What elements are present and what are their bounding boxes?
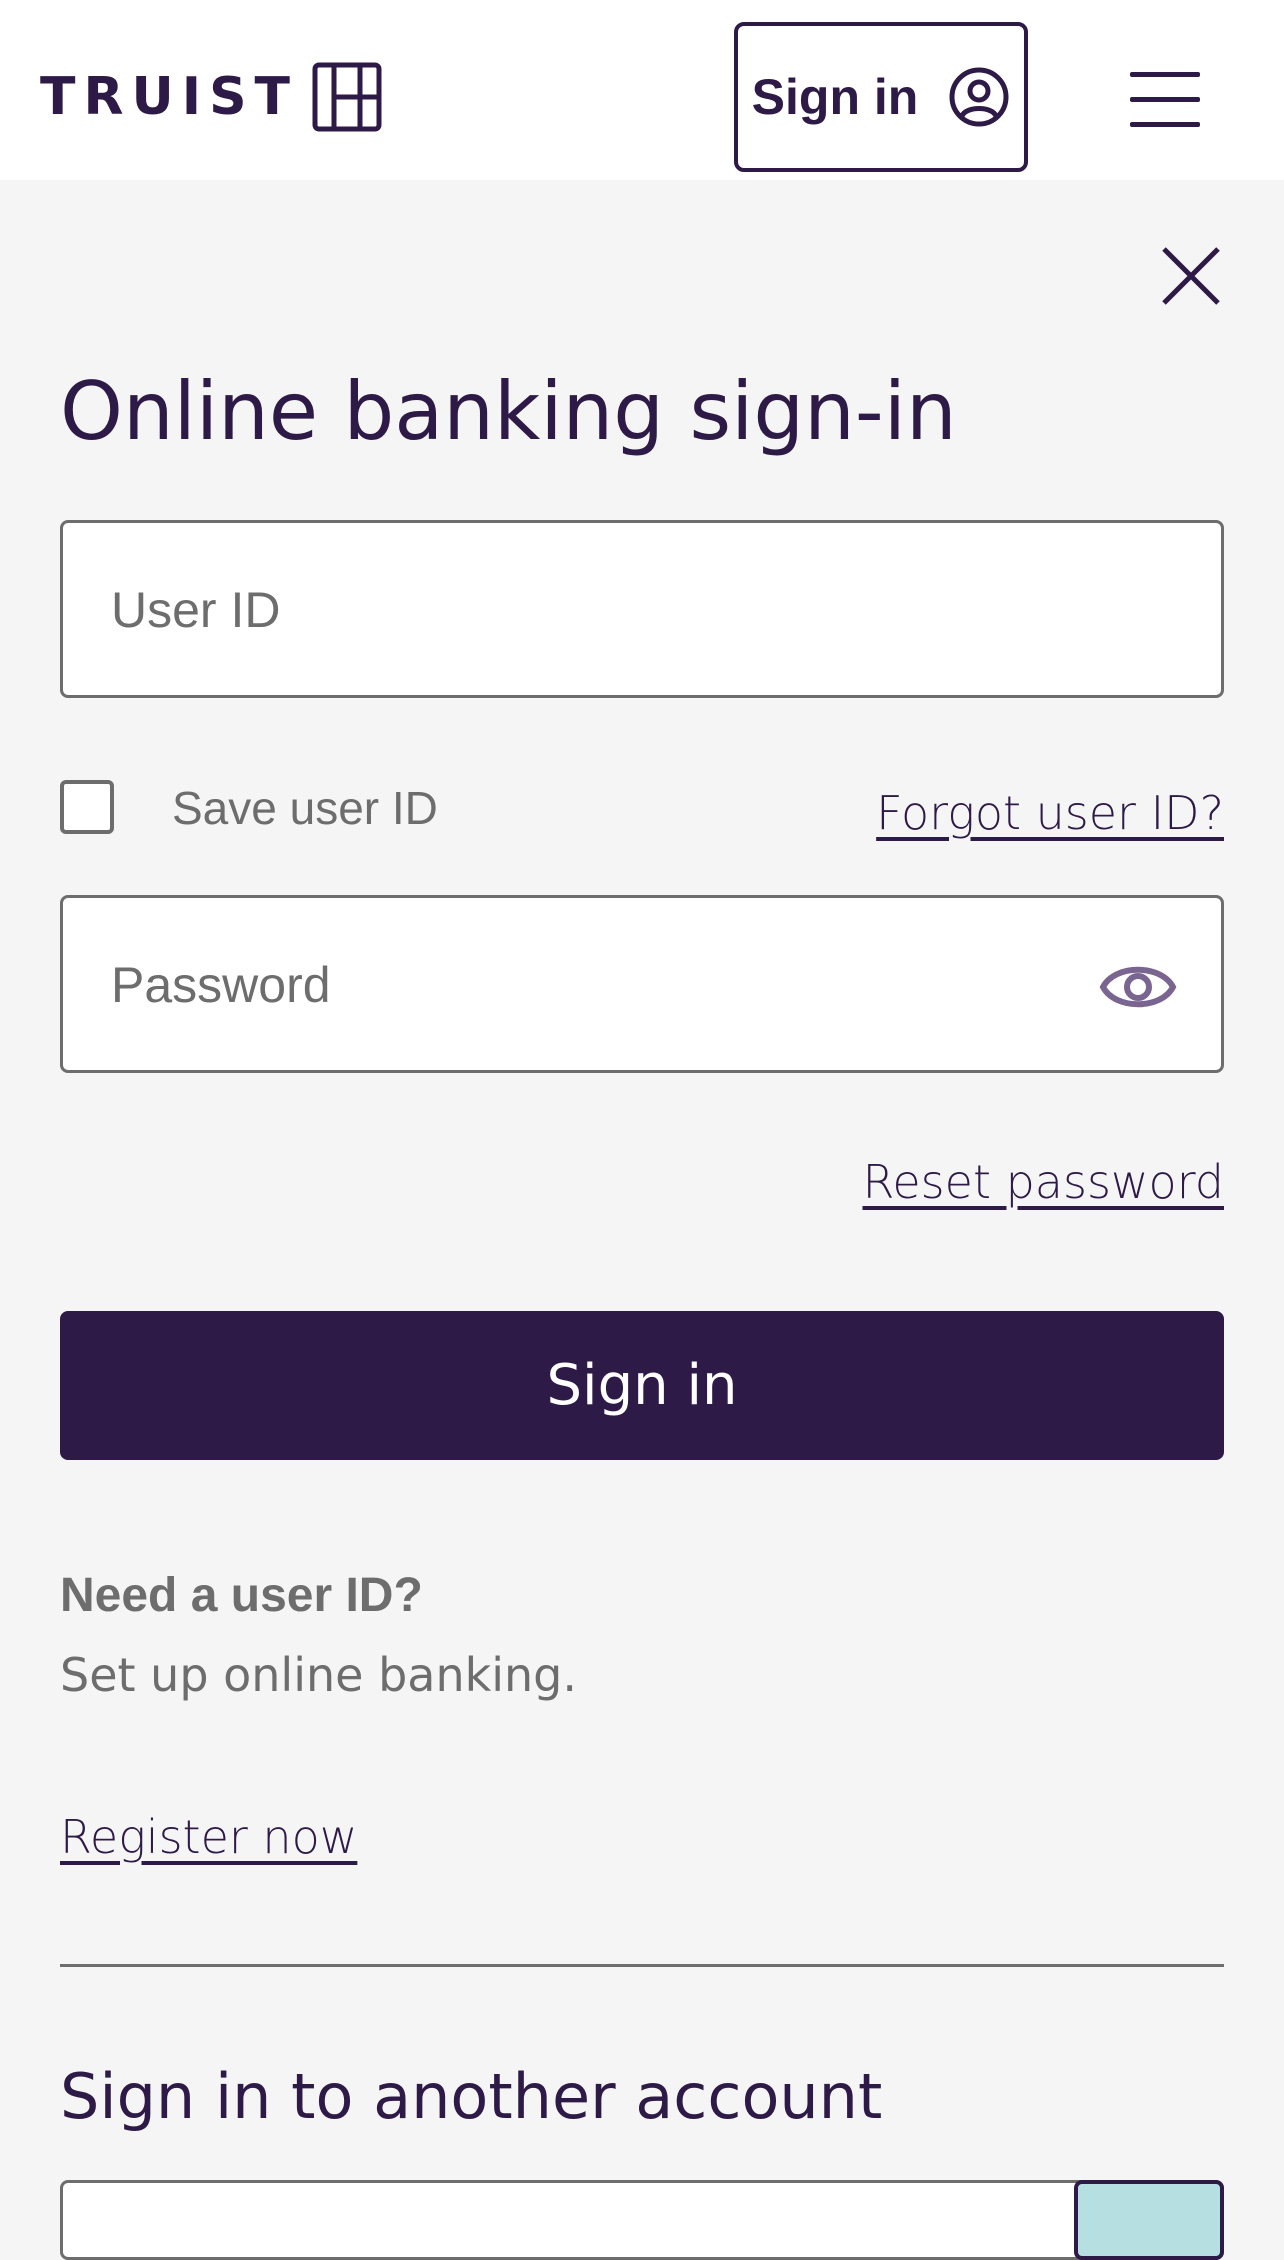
account-select-button[interactable] [1074, 2180, 1224, 2260]
header-signin-button[interactable]: Sign in [734, 22, 1028, 172]
another-account-title: Sign in to another account [60, 2060, 883, 2133]
truist-logo-mark-icon [312, 62, 382, 132]
password-input[interactable] [109, 898, 1013, 1072]
show-password-eye-icon[interactable] [1099, 952, 1177, 1022]
truist-logo[interactable]: TRUIST [40, 62, 382, 132]
need-user-id-text: Set up online banking. [60, 1648, 578, 1702]
user-id-input[interactable] [109, 523, 1013, 697]
need-user-id-heading: Need a user ID? [60, 1569, 423, 1622]
hamburger-menu-icon[interactable] [1130, 72, 1200, 132]
close-icon[interactable] [1160, 245, 1222, 307]
reset-password-link[interactable]: Reset password [862, 1155, 1224, 1209]
register-now-link[interactable]: Register now [60, 1810, 357, 1864]
signin-button[interactable]: Sign in [60, 1311, 1224, 1460]
save-user-id-label: Save user ID [172, 782, 438, 834]
site-header: TRUIST Sign in [0, 0, 1284, 180]
save-user-id-checkbox[interactable] [60, 780, 114, 834]
account-type-select[interactable] [60, 2180, 1224, 2260]
header-signin-label: Sign in [751, 69, 919, 125]
forgot-user-id-link[interactable]: Forgot user ID? [876, 786, 1224, 840]
section-divider [60, 1964, 1224, 1967]
page-title: Online banking sign-in [60, 365, 957, 458]
user-id-field[interactable] [60, 520, 1224, 698]
user-circle-icon [949, 67, 1009, 127]
logo-text: TRUIST [40, 67, 299, 127]
password-field[interactable] [60, 895, 1224, 1073]
